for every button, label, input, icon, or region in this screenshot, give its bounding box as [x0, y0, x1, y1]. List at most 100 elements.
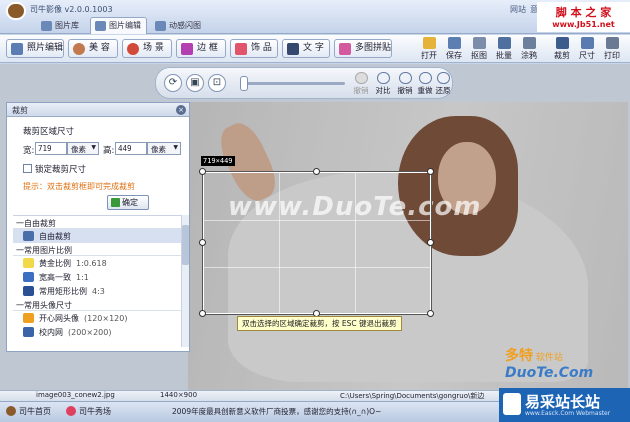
photo-edit-icon	[11, 43, 23, 55]
list-item-square[interactable]: 宽高一致 1:1	[13, 270, 181, 284]
print-button[interactable]: 打印	[601, 36, 623, 62]
scene-button[interactable]: 场 景	[122, 39, 172, 58]
crop-handle-bottom-left[interactable]	[199, 310, 206, 317]
item-size: (200×200)	[68, 328, 112, 337]
button-label: 多图拼贴	[355, 43, 392, 53]
cutout-button[interactable]: 抠图	[468, 36, 490, 62]
collage-icon	[339, 43, 351, 55]
resize-button[interactable]: 尺寸	[576, 36, 598, 62]
rotate-icon[interactable]: ⟳	[164, 74, 182, 92]
show-link[interactable]: 司牛秀场	[79, 406, 111, 417]
crop-handle-left[interactable]	[199, 239, 206, 246]
compare-button[interactable]: 对比	[372, 72, 394, 96]
crop-area-size-label: 裁剪区域尺寸	[23, 127, 75, 137]
crop-handle-top[interactable]	[313, 168, 320, 175]
crop-handle-bottom-right[interactable]	[427, 310, 434, 317]
home-link[interactable]: 司牛首页	[19, 406, 51, 417]
list-item-xiaonei-avatar[interactable]: 校内网 (200×200)	[13, 325, 181, 339]
collage-button[interactable]: 多图拼贴	[334, 39, 392, 58]
accessory-button[interactable]: 饰 品	[230, 39, 278, 58]
app-title: 司牛影像 v2.0.0.1003	[30, 5, 113, 14]
app-logo-icon	[6, 2, 26, 20]
actual-size-icon[interactable]: ▣	[186, 74, 204, 92]
batch-button[interactable]: 批量	[493, 36, 515, 62]
width-unit-select[interactable]: 像素	[67, 142, 99, 155]
button-label: 确定	[122, 198, 138, 207]
status-path: C:\Users\Spring\Documents\gongruo\新边	[340, 392, 485, 400]
duote-logo-line2: 软件站	[535, 353, 563, 363]
lock-size-checkbox[interactable]	[23, 164, 32, 173]
easck-watermark: 易采站长站 www.Easck.Com Webmaster	[499, 388, 630, 422]
crop-tip: 提示：双击裁剪框即可完成裁剪	[23, 182, 135, 191]
bottom-notice[interactable]: 2009年度最具创新意义软件厂商投票，感谢您的支持(∩_∩)O~	[172, 406, 381, 417]
scrollbar-thumb[interactable]	[182, 225, 189, 265]
width-field[interactable]: 719	[35, 142, 67, 155]
crop-handle-top-right[interactable]	[427, 168, 434, 175]
list-item-kaixin-avatar[interactable]: 开心网头像 (120×120)	[13, 311, 181, 325]
close-icon[interactable]: ×	[176, 105, 186, 115]
save-button[interactable]: 保存	[443, 36, 465, 62]
check-icon	[111, 198, 120, 207]
height-field[interactable]: 449	[115, 142, 147, 155]
list-item-free-crop[interactable]: 自由裁剪	[13, 229, 181, 243]
confirm-button[interactable]: 确定	[107, 195, 149, 210]
photo-edit-button[interactable]: 照片编辑	[6, 39, 64, 58]
xiaonei-icon	[23, 327, 34, 337]
crop-hint-tooltip: 双击选择的区域确定裁剪，按 ESC 键退出裁剪	[237, 316, 402, 331]
tab-label: 图片编辑	[109, 21, 141, 30]
list-item-4-3[interactable]: 常用矩形比例 4:3	[13, 284, 181, 298]
image-edit-icon	[95, 21, 106, 31]
width-label: 宽:	[23, 146, 35, 156]
item-label: 自由裁剪	[39, 232, 71, 241]
printer-icon	[605, 37, 619, 49]
tab-animated-gif[interactable]: 动感闪图	[150, 17, 207, 34]
button-label: 涂鸦	[521, 51, 537, 60]
crop-handle-top-left[interactable]	[199, 168, 206, 175]
rectangle-icon	[23, 286, 34, 296]
jb51-watermark: 脚 本 之 家 www.Jb51.net	[537, 2, 630, 32]
tab-image-library[interactable]: 图片库	[36, 17, 85, 34]
animation-icon	[155, 21, 166, 31]
crop-size-label: 719×449	[201, 156, 235, 166]
bow-icon	[235, 43, 247, 55]
doodle-button[interactable]: 涂鸦	[518, 36, 540, 62]
text-button[interactable]: 文 字	[282, 39, 330, 58]
height-label: 高:	[103, 146, 115, 156]
square-icon	[23, 272, 34, 282]
action-label: 撤销	[353, 86, 369, 95]
height-unit-select[interactable]: 像素	[147, 142, 181, 155]
beauty-button[interactable]: 美 容	[68, 39, 118, 58]
preset-list-scrollbar[interactable]	[181, 215, 189, 347]
button-label: 打开	[421, 51, 437, 60]
frame-button[interactable]: 边 框	[176, 39, 226, 58]
button-label: 打印	[604, 51, 620, 60]
crop-box[interactable]	[202, 171, 432, 315]
crop-icon	[23, 231, 34, 241]
pencil-icon	[522, 37, 536, 49]
crop-button[interactable]: 裁剪	[551, 36, 573, 62]
item-size: (120×120)	[84, 314, 128, 323]
zoom-slider-thumb[interactable]	[240, 76, 248, 91]
open-button[interactable]: 打开	[418, 36, 440, 62]
fit-icon[interactable]: ⊡	[208, 74, 226, 92]
tab-image-edit[interactable]: 图片编辑	[90, 17, 147, 34]
item-ratio: 1:0.618	[76, 259, 107, 268]
watermark-line1: 脚 本 之 家	[555, 6, 612, 19]
zoom-slider-track[interactable]	[240, 82, 345, 85]
action-label: 还原	[435, 86, 451, 95]
status-dimensions: 1440×900	[160, 391, 198, 399]
list-item-golden-ratio[interactable]: 黄金比例 1:0.618	[13, 256, 181, 270]
website-link[interactable]: 网站	[510, 4, 526, 15]
undo-disabled-button[interactable]: 撤销	[350, 72, 372, 96]
undo-button[interactable]: 撤销	[394, 72, 416, 96]
button-label: 边 框	[197, 43, 218, 53]
image-library-icon	[41, 21, 52, 31]
crop-handle-right[interactable]	[427, 239, 434, 246]
duote-logo: 多特 软件站 DuoTe.Com	[505, 345, 593, 381]
restore-button[interactable]: 还原	[432, 72, 454, 96]
item-label: 开心网头像	[39, 314, 79, 323]
tab-label: 动感闪图	[169, 21, 201, 30]
scene-icon	[127, 43, 139, 55]
crop-grid-line	[355, 173, 356, 313]
lock-size-label: 锁定裁剪尺寸	[35, 165, 87, 175]
